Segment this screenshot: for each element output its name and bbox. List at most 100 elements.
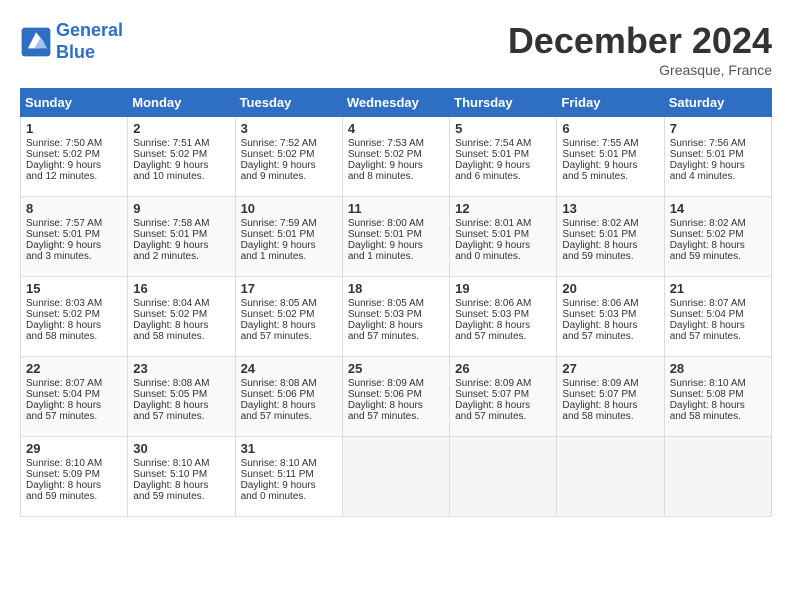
daylight-label: Daylight: 9 hours: [26, 160, 101, 171]
day-cell: 10 Sunrise: 7:59 AM Sunset: 5:01 PM Dayl…: [235, 197, 342, 277]
weekday-header: Tuesday: [235, 89, 342, 117]
sunset-label: Sunset: 5:10 PM: [133, 469, 207, 480]
daylight-minutes: and 59 minutes.: [670, 251, 741, 262]
daylight-minutes: and 12 minutes.: [26, 171, 97, 182]
sunset-label: Sunset: 5:03 PM: [562, 309, 636, 320]
day-number: 3: [241, 121, 337, 136]
daylight-minutes: and 57 minutes.: [241, 411, 312, 422]
sunset-label: Sunset: 5:02 PM: [133, 309, 207, 320]
calendar-week-row: 29 Sunrise: 8:10 AM Sunset: 5:09 PM Dayl…: [21, 437, 772, 517]
sunset-label: Sunset: 5:02 PM: [670, 229, 744, 240]
sunrise-label: Sunrise: 7:54 AM: [455, 138, 531, 149]
calendar-week-row: 22 Sunrise: 8:07 AM Sunset: 5:04 PM Dayl…: [21, 357, 772, 437]
weekday-header: Friday: [557, 89, 664, 117]
day-cell: 4 Sunrise: 7:53 AM Sunset: 5:02 PM Dayli…: [342, 117, 449, 197]
day-cell: 12 Sunrise: 8:01 AM Sunset: 5:01 PM Dayl…: [450, 197, 557, 277]
day-number: 27: [562, 361, 658, 376]
sunrise-label: Sunrise: 8:08 AM: [133, 378, 209, 389]
daylight-label: Daylight: 8 hours: [455, 400, 530, 411]
day-cell: 9 Sunrise: 7:58 AM Sunset: 5:01 PM Dayli…: [128, 197, 235, 277]
day-cell: 30 Sunrise: 8:10 AM Sunset: 5:10 PM Dayl…: [128, 437, 235, 517]
day-cell: 13 Sunrise: 8:02 AM Sunset: 5:01 PM Dayl…: [557, 197, 664, 277]
sunset-label: Sunset: 5:01 PM: [670, 149, 744, 160]
title-block: December 2024 Greasque, France: [508, 20, 772, 78]
sunset-label: Sunset: 5:04 PM: [670, 309, 744, 320]
sunrise-label: Sunrise: 7:52 AM: [241, 138, 317, 149]
logo-text: General Blue: [56, 20, 123, 63]
daylight-label: Daylight: 8 hours: [133, 320, 208, 331]
daylight-minutes: and 58 minutes.: [26, 331, 97, 342]
sunset-label: Sunset: 5:07 PM: [455, 389, 529, 400]
sunset-label: Sunset: 5:06 PM: [241, 389, 315, 400]
day-cell: 21 Sunrise: 8:07 AM Sunset: 5:04 PM Dayl…: [664, 277, 771, 357]
daylight-label: Daylight: 8 hours: [670, 320, 745, 331]
day-cell: 17 Sunrise: 8:05 AM Sunset: 5:02 PM Dayl…: [235, 277, 342, 357]
day-number: 5: [455, 121, 551, 136]
day-number: 15: [26, 281, 122, 296]
weekday-header: Sunday: [21, 89, 128, 117]
sunrise-label: Sunrise: 7:55 AM: [562, 138, 638, 149]
daylight-minutes: and 2 minutes.: [133, 251, 199, 262]
sunset-label: Sunset: 5:02 PM: [348, 149, 422, 160]
logo: General Blue: [20, 20, 123, 63]
day-number: 20: [562, 281, 658, 296]
calendar-week-row: 1 Sunrise: 7:50 AM Sunset: 5:02 PM Dayli…: [21, 117, 772, 197]
daylight-label: Daylight: 8 hours: [670, 240, 745, 251]
daylight-minutes: and 57 minutes.: [133, 411, 204, 422]
daylight-minutes: and 9 minutes.: [241, 171, 307, 182]
daylight-minutes: and 0 minutes.: [241, 491, 307, 502]
sunset-label: Sunset: 5:05 PM: [133, 389, 207, 400]
sunrise-label: Sunrise: 8:07 AM: [26, 378, 102, 389]
sunset-label: Sunset: 5:06 PM: [348, 389, 422, 400]
sunrise-label: Sunrise: 7:57 AM: [26, 218, 102, 229]
daylight-label: Daylight: 8 hours: [562, 320, 637, 331]
day-cell: 26 Sunrise: 8:09 AM Sunset: 5:07 PM Dayl…: [450, 357, 557, 437]
daylight-label: Daylight: 8 hours: [562, 240, 637, 251]
day-number: 30: [133, 441, 229, 456]
day-number: 19: [455, 281, 551, 296]
day-cell: 8 Sunrise: 7:57 AM Sunset: 5:01 PM Dayli…: [21, 197, 128, 277]
empty-cell: [557, 437, 664, 517]
weekday-header: Saturday: [664, 89, 771, 117]
sunset-label: Sunset: 5:01 PM: [455, 149, 529, 160]
daylight-minutes: and 4 minutes.: [670, 171, 736, 182]
sunset-label: Sunset: 5:07 PM: [562, 389, 636, 400]
day-cell: 19 Sunrise: 8:06 AM Sunset: 5:03 PM Dayl…: [450, 277, 557, 357]
sunrise-label: Sunrise: 8:09 AM: [455, 378, 531, 389]
daylight-label: Daylight: 8 hours: [241, 400, 316, 411]
daylight-label: Daylight: 9 hours: [133, 240, 208, 251]
day-cell: 16 Sunrise: 8:04 AM Sunset: 5:02 PM Dayl…: [128, 277, 235, 357]
sunrise-label: Sunrise: 8:01 AM: [455, 218, 531, 229]
daylight-label: Daylight: 9 hours: [348, 240, 423, 251]
sunrise-label: Sunrise: 8:08 AM: [241, 378, 317, 389]
sunset-label: Sunset: 5:02 PM: [133, 149, 207, 160]
logo-line2: Blue: [56, 42, 95, 62]
daylight-label: Daylight: 9 hours: [241, 480, 316, 491]
daylight-label: Daylight: 8 hours: [348, 320, 423, 331]
day-number: 26: [455, 361, 551, 376]
weekday-header-row: SundayMondayTuesdayWednesdayThursdayFrid…: [21, 89, 772, 117]
day-number: 29: [26, 441, 122, 456]
sunrise-label: Sunrise: 7:59 AM: [241, 218, 317, 229]
empty-cell: [450, 437, 557, 517]
weekday-header: Thursday: [450, 89, 557, 117]
daylight-label: Daylight: 9 hours: [241, 160, 316, 171]
day-number: 17: [241, 281, 337, 296]
daylight-minutes: and 6 minutes.: [455, 171, 521, 182]
sunset-label: Sunset: 5:02 PM: [241, 309, 315, 320]
sunrise-label: Sunrise: 8:02 AM: [562, 218, 638, 229]
day-cell: 22 Sunrise: 8:07 AM Sunset: 5:04 PM Dayl…: [21, 357, 128, 437]
sunset-label: Sunset: 5:01 PM: [562, 149, 636, 160]
sunrise-label: Sunrise: 8:00 AM: [348, 218, 424, 229]
sunrise-label: Sunrise: 8:04 AM: [133, 298, 209, 309]
sunset-label: Sunset: 5:02 PM: [241, 149, 315, 160]
day-number: 13: [562, 201, 658, 216]
sunset-label: Sunset: 5:03 PM: [455, 309, 529, 320]
day-number: 12: [455, 201, 551, 216]
sunrise-label: Sunrise: 8:05 AM: [348, 298, 424, 309]
daylight-label: Daylight: 9 hours: [133, 160, 208, 171]
day-cell: 24 Sunrise: 8:08 AM Sunset: 5:06 PM Dayl…: [235, 357, 342, 437]
daylight-minutes: and 3 minutes.: [26, 251, 92, 262]
day-number: 21: [670, 281, 766, 296]
sunset-label: Sunset: 5:01 PM: [562, 229, 636, 240]
